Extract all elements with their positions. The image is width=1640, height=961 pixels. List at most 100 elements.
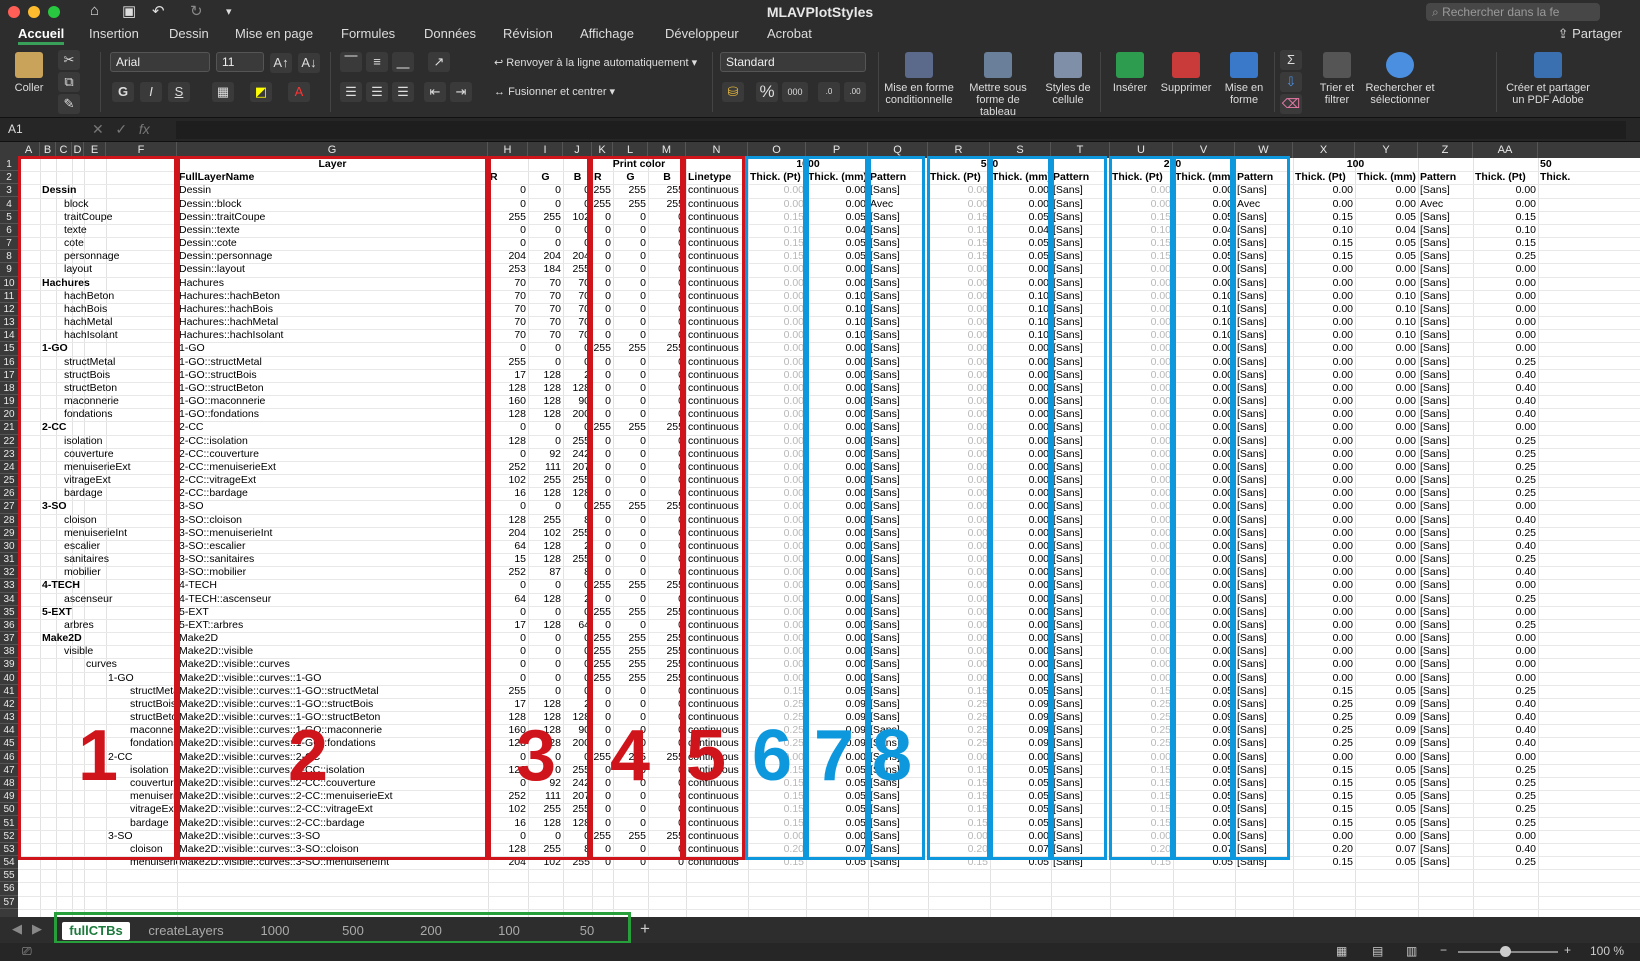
bold-button[interactable]: G: [112, 82, 134, 102]
row-header[interactable]: 24: [0, 461, 18, 475]
format-cells-button[interactable]: Mise en forme: [1220, 52, 1268, 106]
row-header[interactable]: 27: [0, 500, 18, 514]
column-header-y[interactable]: Y: [1355, 142, 1418, 158]
align-top-icon[interactable]: ⎺: [340, 52, 362, 72]
macro-record-icon[interactable]: ⎚: [22, 944, 32, 959]
row-header[interactable]: 15: [0, 342, 18, 356]
row-header[interactable]: 6: [0, 224, 18, 237]
orientation-icon[interactable]: ↗: [428, 52, 450, 72]
row-header[interactable]: 31: [0, 553, 18, 567]
row-header[interactable]: 51: [0, 817, 18, 830]
tab-developpeur[interactable]: Développeur: [665, 26, 739, 41]
fill-icon[interactable]: ⇩: [1280, 72, 1302, 92]
row-header[interactable]: 50: [0, 803, 18, 817]
row-header[interactable]: 30: [0, 540, 18, 554]
delete-cells-button[interactable]: Supprimer: [1156, 52, 1216, 94]
row-header[interactable]: 17: [0, 369, 18, 382]
column-header-aa[interactable]: AA: [1473, 142, 1538, 158]
row-header[interactable]: 42: [0, 698, 18, 712]
row-header[interactable]: 57: [0, 896, 18, 909]
underline-button[interactable]: S: [168, 82, 190, 102]
sort-filter-button[interactable]: Trier et filtrer: [1314, 52, 1360, 106]
align-left-icon[interactable]: ☰: [340, 82, 362, 102]
row-header[interactable]: 47: [0, 764, 18, 777]
cancel-icon[interactable]: ✕: [92, 121, 104, 137]
row-header[interactable]: 9: [0, 263, 18, 277]
tab-dessin[interactable]: Dessin: [169, 26, 209, 41]
row-header[interactable]: 13: [0, 316, 18, 330]
add-sheet-icon[interactable]: +: [640, 919, 650, 939]
scroll-right-icon[interactable]: ▶: [32, 921, 42, 937]
tab-revision[interactable]: Révision: [503, 26, 553, 41]
insert-cells-button[interactable]: Insérer: [1106, 52, 1154, 94]
increase-decimal-icon[interactable]: .0: [818, 82, 840, 102]
row-header[interactable]: 49: [0, 790, 18, 804]
font-size-select[interactable]: 11: [216, 52, 264, 72]
paste-button[interactable]: Coller: [8, 52, 50, 94]
zoom-slider-thumb[interactable]: [1500, 946, 1511, 957]
formula-input[interactable]: [176, 121, 1626, 139]
row-header[interactable]: 8: [0, 250, 18, 264]
tab-accueil[interactable]: Accueil: [18, 26, 65, 45]
conditional-format-button[interactable]: Mise en forme conditionnelle: [882, 52, 956, 106]
row-header[interactable]: 20: [0, 408, 18, 422]
column-header-x[interactable]: X: [1293, 142, 1355, 158]
spreadsheet-grid[interactable]: A B C D E F G H I J K L M N O P Q R S T U V W X Y Z AA 1 2 3 4 5 6 7 8 9 10…: [0, 142, 1640, 917]
row-header[interactable]: 25: [0, 474, 18, 488]
normal-view-icon[interactable]: ▦: [1336, 944, 1347, 958]
row-header[interactable]: 2: [0, 171, 18, 185]
row-header[interactable]: 36: [0, 619, 18, 633]
row-header[interactable]: 26: [0, 487, 18, 501]
align-bottom-icon[interactable]: ⎽: [392, 52, 414, 72]
find-select-button[interactable]: Rechercher et sélectionner: [1362, 52, 1438, 106]
merge-center-button[interactable]: ↔ Fusionner et centrer ▾: [494, 86, 615, 98]
row-header[interactable]: 46: [0, 751, 18, 764]
page-layout-icon[interactable]: ▤: [1372, 944, 1383, 958]
row-header[interactable]: 10: [0, 277, 18, 290]
row-header[interactable]: 19: [0, 395, 18, 409]
clear-icon[interactable]: ⌫: [1280, 94, 1302, 114]
italic-button[interactable]: I: [140, 82, 162, 102]
confirm-icon[interactable]: ✓: [115, 121, 127, 137]
row-header[interactable]: 4: [0, 198, 18, 211]
row-header[interactable]: 16: [0, 356, 18, 369]
row-header[interactable]: 28: [0, 514, 18, 527]
share-button[interactable]: ⇪ Partager: [1558, 26, 1622, 42]
row-header[interactable]: 37: [0, 632, 18, 646]
decrease-decimal-icon[interactable]: .00: [844, 82, 866, 102]
row-header[interactable]: 48: [0, 777, 18, 791]
tab-donnees[interactable]: Données: [424, 26, 476, 41]
row-header[interactable]: 34: [0, 593, 18, 606]
cut-icon[interactable]: ✂: [58, 50, 80, 70]
row-header[interactable]: 39: [0, 658, 18, 672]
row-header[interactable]: 43: [0, 711, 18, 725]
tab-acrobat[interactable]: Acrobat: [767, 26, 812, 41]
row-header[interactable]: 14: [0, 329, 18, 343]
row-header[interactable]: 41: [0, 685, 18, 698]
currency-icon[interactable]: ⛁: [722, 82, 744, 102]
row-header[interactable]: 33: [0, 579, 18, 593]
page-break-icon[interactable]: ▥: [1406, 944, 1417, 958]
row-header[interactable]: 5: [0, 211, 18, 224]
column-header-z[interactable]: Z: [1418, 142, 1473, 158]
autosum-icon[interactable]: Σ: [1280, 50, 1302, 70]
row-header[interactable]: 7: [0, 237, 18, 251]
zoom-in-icon[interactable]: +: [1564, 943, 1571, 957]
tab-affichage[interactable]: Affichage: [580, 26, 634, 41]
adobe-pdf-button[interactable]: Créer et partager un PDF Adobe: [1502, 52, 1594, 106]
font-color-icon[interactable]: A: [288, 82, 310, 102]
fill-color-icon[interactable]: ◩: [250, 82, 272, 102]
row-header[interactable]: 53: [0, 843, 18, 856]
row-header[interactable]: 38: [0, 645, 18, 659]
number-format-select[interactable]: Standard: [720, 52, 866, 72]
row-header[interactable]: 35: [0, 606, 18, 619]
name-box[interactable]: A1: [4, 121, 76, 139]
row-header[interactable]: 18: [0, 382, 18, 396]
tab-insertion[interactable]: Insertion: [89, 26, 139, 41]
cell-styles-button[interactable]: Styles de cellule: [1040, 52, 1096, 106]
row-header[interactable]: 21: [0, 421, 18, 435]
percent-button[interactable]: %: [756, 82, 778, 102]
increase-font-icon[interactable]: A↑: [270, 53, 292, 73]
tab-mise-en-page[interactable]: Mise en page: [235, 26, 313, 41]
row-header[interactable]: 56: [0, 882, 18, 896]
